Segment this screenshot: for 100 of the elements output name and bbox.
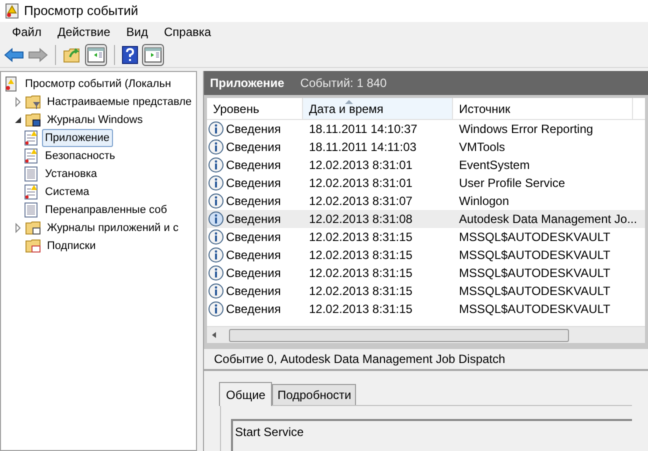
- menu-item[interactable]: Вид: [118, 22, 156, 42]
- table-row[interactable]: Сведения 12.02.2013 8:31:15 MSSQL$AUTODESKVAULT: [207, 282, 645, 300]
- date-cell-text: 12.02.2013 8:31:01: [308, 157, 414, 174]
- menu-item[interactable]: Файл: [4, 22, 50, 42]
- tree-item[interactable]: Настраиваемые представле: [44, 92, 195, 112]
- level-text: Сведения: [226, 229, 281, 246]
- horizontal-scrollbar[interactable]: [207, 326, 645, 343]
- source-cell-text: Windows Error Reporting: [458, 121, 594, 138]
- level-text: Сведения: [226, 211, 281, 228]
- table-row[interactable]: Сведения 18.11.2011 14:10:37 Windows Error Reporting: [207, 120, 645, 138]
- collapse-triangle-icon[interactable]: [13, 115, 23, 125]
- date-cell-text: 12.02.2013 8:31:01: [308, 175, 414, 192]
- sort-arrow-icon: [345, 99, 353, 104]
- tree-item[interactable]: Просмотр событий (Локальн: [22, 74, 174, 94]
- date-cell-text: 18.11.2011 14:10:37: [308, 121, 418, 138]
- expand-triangle-icon[interactable]: [13, 97, 23, 107]
- level-text: Сведения: [226, 175, 281, 192]
- info-icon: [208, 265, 224, 281]
- tree-item[interactable]: Журналы приложений и с: [44, 218, 182, 238]
- event-log-icon: [4, 3, 20, 19]
- info-icon: [208, 121, 224, 137]
- date-cell-text: 12.02.2013 8:31:15: [308, 301, 414, 318]
- level-text: Сведения: [226, 139, 281, 156]
- date-cell-text: 18.11.2011 14:11:03: [308, 139, 418, 156]
- source-cell-text: Autodesk Data Management Jo...: [458, 211, 638, 228]
- menu-item[interactable]: Справка: [156, 22, 220, 42]
- date-cell-text: 12.02.2013 8:31:08: [308, 211, 414, 228]
- log-icon: [23, 184, 39, 200]
- level-text: Сведения: [226, 265, 281, 282]
- tree-item[interactable]: Перенаправленные соб: [42, 200, 170, 220]
- back-arrow-icon[interactable]: [4, 46, 24, 62]
- info-icon: [208, 301, 224, 317]
- filter-folder-icon: [25, 94, 41, 110]
- info-icon: [208, 157, 224, 173]
- help-icon[interactable]: [122, 46, 138, 64]
- info-icon: [208, 193, 224, 209]
- source-cell-text: MSSQL$AUTODESKVAULT: [458, 265, 612, 282]
- event-count: Событий: 1 840: [300, 75, 387, 92]
- pane-toggle-icon[interactable]: [85, 44, 107, 66]
- tree-item[interactable]: Безопасность: [42, 146, 118, 166]
- log-icon: [23, 166, 39, 182]
- log-icon: [23, 202, 39, 218]
- source-cell-text: VMTools: [458, 139, 506, 156]
- pane-toggle-icon[interactable]: [142, 44, 164, 66]
- event-title: Событие 0, Autodesk Data Management Job Dispatch: [204, 349, 648, 371]
- table-row[interactable]: Сведения 12.02.2013 8:31:07 Winlogon: [207, 192, 645, 210]
- window-title: Просмотр событий: [24, 2, 138, 20]
- event-viewer-icon: [3, 76, 19, 92]
- level-text: Сведения: [226, 247, 281, 264]
- table-row[interactable]: Сведения 12.02.2013 8:31:15 MSSQL$AUTODESKVAULT: [207, 300, 645, 318]
- table-row[interactable]: Сведения 18.11.2011 14:11:03 VMTools: [207, 138, 645, 156]
- info-icon: [208, 229, 224, 245]
- tree-item[interactable]: Установка: [42, 164, 100, 184]
- source-cell-text: User Profile Service: [458, 175, 566, 192]
- level-text: Сведения: [226, 193, 281, 210]
- log-icon: [23, 130, 39, 146]
- info-icon: [208, 175, 224, 191]
- table-row[interactable]: Сведения 12.02.2013 8:31:01 EventSystem: [207, 156, 645, 174]
- column-header[interactable]: Дата и время: [303, 98, 453, 119]
- level-text: Сведения: [226, 157, 281, 174]
- source-cell-text: Winlogon: [458, 193, 510, 210]
- folder-icon: [25, 112, 41, 128]
- folder-icon: [25, 220, 41, 236]
- source-cell-text: MSSQL$AUTODESKVAULT: [458, 229, 612, 246]
- info-icon: [208, 247, 224, 263]
- table-row[interactable]: Сведения 12.02.2013 8:31:15 MSSQL$AUTODESKVAULT: [207, 264, 645, 282]
- folder-icon: [25, 238, 41, 254]
- tab[interactable]: Общие: [219, 382, 272, 406]
- date-cell-text: 12.02.2013 8:31:15: [308, 283, 414, 300]
- tab[interactable]: Подробности: [272, 384, 356, 405]
- log-name: Приложение: [210, 75, 284, 92]
- expand-triangle-icon[interactable]: [13, 223, 23, 233]
- folder-arrow-icon[interactable]: [63, 46, 81, 64]
- level-text: Сведения: [226, 121, 281, 138]
- source-cell-text: MSSQL$AUTODESKVAULT: [458, 247, 612, 264]
- table-row[interactable]: Сведения 12.02.2013 8:31:15 MSSQL$AUTODESKVAULT: [207, 228, 645, 246]
- date-cell-text: 12.02.2013 8:31:07: [308, 193, 414, 210]
- info-icon: [208, 283, 224, 299]
- tree-item[interactable]: Система: [42, 182, 92, 202]
- info-icon: [208, 139, 224, 155]
- table-row[interactable]: Сведения 12.02.2013 8:31:01 User Profile Service: [207, 174, 645, 192]
- menu-item[interactable]: Действие: [50, 22, 118, 42]
- tree-item[interactable]: Подписки: [44, 236, 99, 256]
- column-header[interactable]: Источник: [453, 98, 633, 119]
- date-cell-text: 12.02.2013 8:31:15: [308, 265, 414, 282]
- event-description: Start Service: [231, 419, 632, 451]
- tree-item[interactable]: Журналы Windows: [44, 110, 146, 130]
- level-text: Сведения: [226, 283, 281, 300]
- info-icon: [208, 211, 224, 227]
- date-cell-text: 12.02.2013 8:31:15: [308, 247, 414, 264]
- scroll-thumb[interactable]: [229, 328, 569, 342]
- tree-item[interactable]: Приложение: [42, 128, 113, 148]
- source-cell-text: MSSQL$AUTODESKVAULT: [458, 301, 612, 318]
- source-cell-text: MSSQL$AUTODESKVAULT: [458, 283, 612, 300]
- table-row[interactable]: Сведения 12.02.2013 8:31:08 Autodesk Data Management Jo...: [207, 210, 645, 228]
- date-cell-text: 12.02.2013 8:31:15: [308, 229, 414, 246]
- level-text: Сведения: [226, 301, 281, 318]
- table-row[interactable]: Сведения 12.02.2013 8:31:15 MSSQL$AUTODESKVAULT: [207, 246, 645, 264]
- log-icon: [23, 148, 39, 164]
- source-cell-text: EventSystem: [458, 157, 531, 174]
